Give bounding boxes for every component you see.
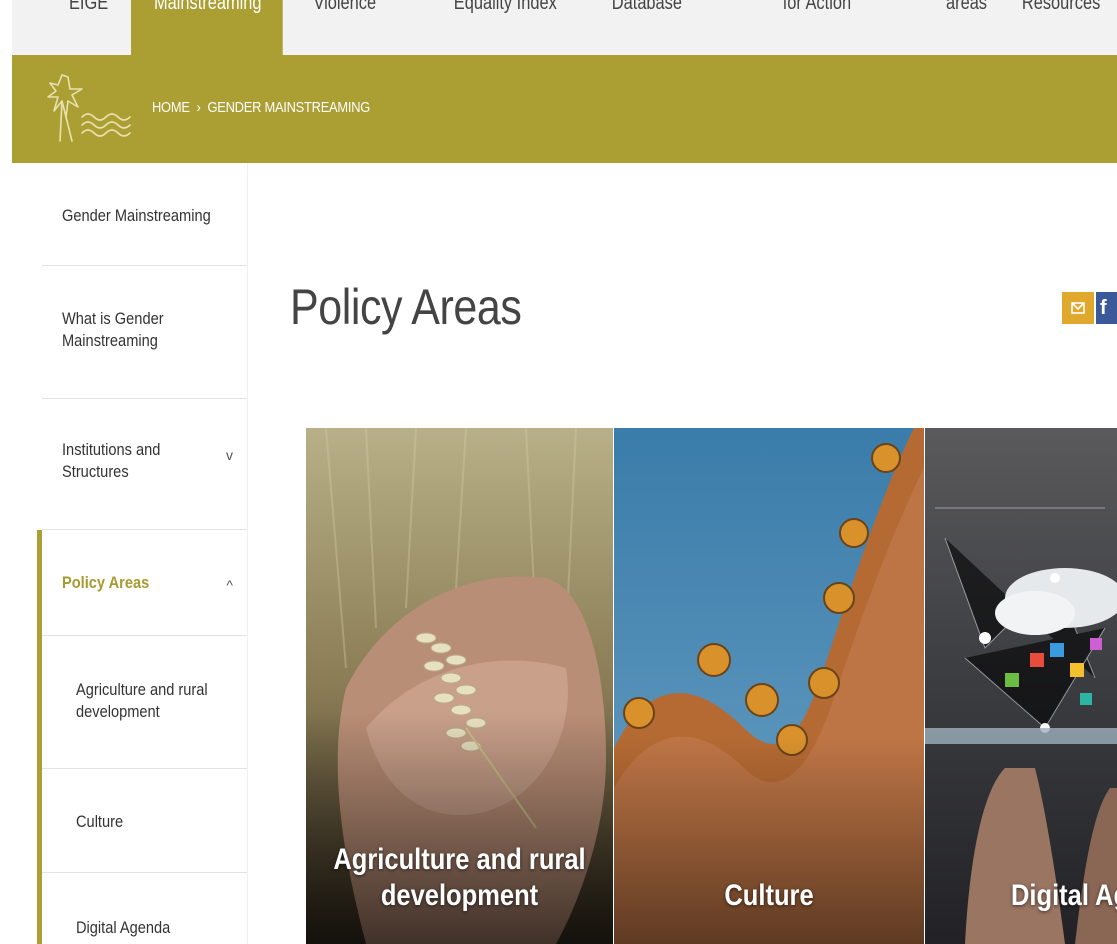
sidebar-item-label: Policy Areas bbox=[62, 573, 150, 592]
sidebar-item-label-line: Structures bbox=[62, 462, 129, 481]
sidebar-item-digital-agenda[interactable]: Digital Agenda bbox=[42, 873, 247, 944]
nav-item-areas[interactable]: areas bbox=[946, 0, 987, 55]
nav-item-label: Resources bbox=[1021, 0, 1101, 14]
policy-card-culture[interactable]: Culture bbox=[614, 428, 924, 944]
chevron-down-icon[interactable]: v bbox=[226, 444, 233, 466]
sidebar-item-label-line: Mainstreaming bbox=[62, 331, 158, 350]
nav-item-eige[interactable]: EIGE bbox=[64, 0, 113, 55]
breadcrumb-separator-icon: › bbox=[196, 99, 201, 116]
sidebar-item-label: Gender Mainstreaming bbox=[62, 206, 211, 225]
sidebar-item-label: Digital Agenda bbox=[76, 918, 171, 937]
gaudi-mosaic-image bbox=[614, 428, 924, 944]
mail-icon bbox=[1071, 302, 1085, 314]
nav-item-label: Mainstreaming bbox=[153, 0, 262, 14]
nav-item-label: Equality Index bbox=[453, 0, 557, 14]
top-navigation: EIGE Mainstreaming Violence Equality Ind… bbox=[0, 0, 1117, 55]
digital-network-image bbox=[925, 428, 1117, 944]
sidebar-item-agriculture-and-rural-development[interactable]: Agriculture and rural development bbox=[42, 636, 247, 769]
sidebar-item-policy-areas[interactable]: Policy Areas ^ bbox=[42, 530, 247, 636]
sidebar-item-label-line: What is Gender bbox=[62, 309, 164, 328]
breadcrumb-home-link[interactable]: HOME bbox=[152, 99, 190, 116]
policy-card-caption: Digital Agen bbox=[1011, 878, 1117, 914]
nav-item-label: areas bbox=[945, 0, 988, 14]
sidebar: Gender Mainstreaming What is Gender Mains… bbox=[42, 163, 247, 944]
policy-card-caption: Culture bbox=[637, 878, 901, 914]
nav-item-for-action[interactable]: for Action bbox=[780, 0, 854, 55]
breadcrumb-band: HOME › GENDER MAINSTREAMING bbox=[12, 55, 1117, 163]
sidebar-item-what-is-gender-mainstreaming[interactable]: What is Gender Mainstreaming bbox=[42, 266, 247, 399]
sidebar-item-label: Agriculture and rural development bbox=[76, 679, 208, 723]
sidebar-item-label: What is Gender Mainstreaming bbox=[62, 308, 164, 352]
share-email-button[interactable] bbox=[1062, 292, 1094, 324]
sidebar-item-culture[interactable]: Culture bbox=[42, 769, 247, 873]
sidebar-item-label-line: Institutions and bbox=[62, 440, 161, 459]
nav-item-label: Violence bbox=[313, 0, 377, 14]
nav-item-equality-index[interactable]: Equality Index bbox=[452, 0, 559, 55]
breadcrumb-current: GENDER MAINSTREAMING bbox=[207, 99, 371, 116]
eige-logo-icon[interactable] bbox=[42, 71, 132, 147]
nav-item-label: Database bbox=[611, 0, 683, 14]
sidebar-item-label: Institutions and Structures bbox=[62, 439, 160, 483]
sidebar-item-gender-mainstreaming[interactable]: Gender Mainstreaming bbox=[42, 163, 247, 266]
page-title: Policy Areas bbox=[290, 279, 522, 335]
nav-item-label: EIGE bbox=[68, 0, 109, 14]
policy-card-caption: Agriculture and rural development bbox=[329, 842, 590, 914]
policy-card-caption-line: Agriculture and rural bbox=[333, 843, 586, 876]
policy-card-agriculture[interactable]: Agriculture and rural development bbox=[306, 428, 613, 944]
share-facebook-button[interactable]: f bbox=[1096, 292, 1117, 324]
sidebar-item-label-line: Agriculture and rural bbox=[76, 680, 208, 699]
sidebar-item-label-line: development bbox=[76, 702, 160, 721]
nav-item-violence[interactable]: Violence bbox=[312, 0, 378, 55]
policy-card-caption-line: Culture bbox=[724, 879, 814, 912]
nav-item-mainstreaming[interactable]: Mainstreaming bbox=[131, 0, 283, 55]
policy-card-caption-line: development bbox=[380, 879, 539, 912]
chevron-up-icon[interactable]: ^ bbox=[226, 574, 233, 596]
policy-card-caption-line: Digital Agen bbox=[1011, 879, 1117, 912]
sidebar-item-institutions-and-structures[interactable]: Institutions and Structures v bbox=[42, 399, 247, 530]
breadcrumb: HOME › GENDER MAINSTREAMING bbox=[152, 99, 370, 116]
nav-item-database[interactable]: Database bbox=[610, 0, 684, 55]
nav-item-resources[interactable]: Resources bbox=[1016, 0, 1106, 55]
facebook-icon: f bbox=[1100, 296, 1107, 319]
sidebar-item-label: Culture bbox=[76, 812, 124, 831]
nav-item-label: for Action bbox=[782, 0, 852, 14]
policy-card-digital-agenda[interactable]: Digital Agen bbox=[925, 428, 1117, 944]
sidebar-divider bbox=[247, 163, 248, 944]
